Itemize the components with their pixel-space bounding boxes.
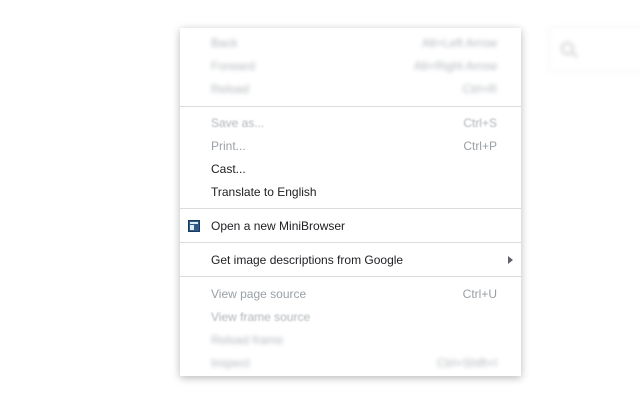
menu-item-label: Back	[211, 36, 238, 50]
menu-item-get-image-descriptions[interactable]: Get image descriptions from Google	[180, 249, 521, 272]
menu-item-label: Reload	[211, 82, 250, 96]
menu-item-reload-frame[interactable]: Reload frame	[180, 329, 521, 352]
menu-item-view-frame-source[interactable]: View frame source	[180, 306, 521, 329]
menu-item-label: View frame source	[211, 310, 311, 324]
background-search-box	[548, 26, 640, 72]
menu-item-translate[interactable]: Translate to English	[180, 181, 521, 204]
menu-item-shortcut: Ctrl+P	[463, 139, 497, 153]
menu-item-label: Cast...	[211, 162, 246, 176]
menu-item-shortcut: Ctrl+Shift+I	[436, 356, 497, 370]
menu-item-reload[interactable]: Reload Ctrl+R	[180, 78, 521, 101]
menu-item-open-minibrowser[interactable]: Open a new MiniBrowser	[180, 215, 521, 238]
menu-item-label: Get image descriptions from Google	[211, 253, 404, 267]
menu-separator	[180, 208, 521, 209]
menu-item-back[interactable]: Back Alt+Left Arrow	[180, 32, 521, 55]
menu-item-shortcut: Ctrl+U	[462, 287, 497, 301]
menu-item-shortcut: Ctrl+R	[462, 82, 497, 96]
menu-separator	[180, 242, 521, 243]
menu-item-label: Save as...	[211, 116, 265, 130]
menu-item-label: Open a new MiniBrowser	[211, 219, 346, 233]
menu-separator	[180, 276, 521, 277]
menu-item-inspect[interactable]: Inspect Ctrl+Shift+I	[180, 352, 521, 375]
menu-item-cast[interactable]: Cast...	[180, 158, 521, 181]
submenu-arrow-icon	[508, 256, 513, 264]
menu-item-shortcut: Alt+Left Arrow	[421, 36, 497, 50]
menu-item-label: View page source	[211, 287, 307, 301]
menu-item-label: Print...	[211, 139, 246, 153]
context-menu: Back Alt+Left Arrow Forward Alt+Right Ar…	[180, 28, 521, 376]
menu-item-save-as[interactable]: Save as... Ctrl+S	[180, 112, 521, 135]
menu-item-forward[interactable]: Forward Alt+Right Arrow	[180, 55, 521, 78]
menu-item-shortcut: Alt+Right Arrow	[413, 59, 497, 73]
minibrowser-icon	[188, 220, 200, 232]
search-icon	[561, 42, 574, 55]
menu-item-label: Reload frame	[211, 333, 284, 347]
menu-item-shortcut: Ctrl+S	[463, 116, 497, 130]
menu-separator	[180, 106, 521, 107]
menu-item-label: Forward	[211, 59, 256, 73]
menu-item-label: Translate to English	[211, 185, 317, 199]
menu-item-print[interactable]: Print... Ctrl+P	[180, 135, 521, 158]
menu-item-view-page-source[interactable]: View page source Ctrl+U	[180, 283, 521, 306]
menu-item-label: Inspect	[211, 356, 250, 370]
